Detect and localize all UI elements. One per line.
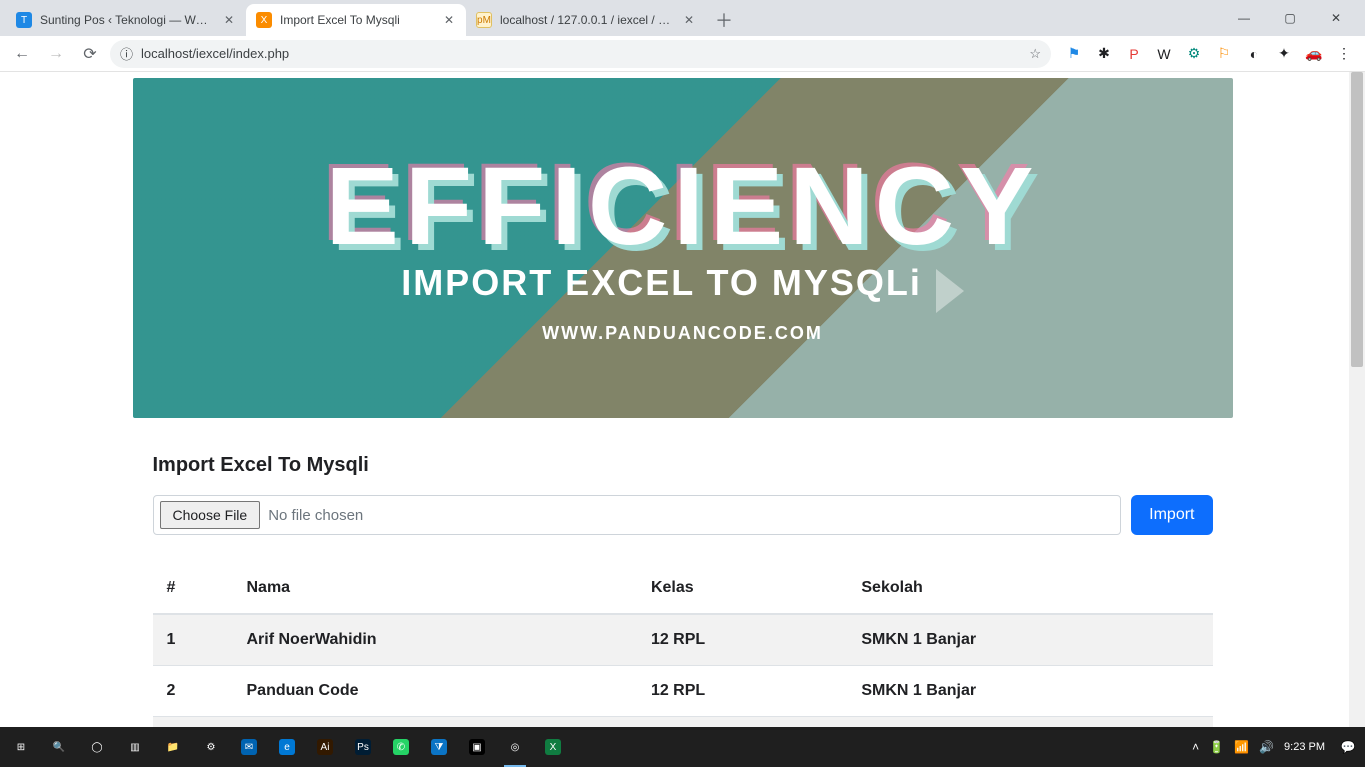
data-table: # Nama Kelas Sekolah 1Arif NoerWahidin12… [153, 563, 1213, 727]
nav-reload-button[interactable]: ⟳ [76, 40, 104, 68]
taskbar-file-explorer[interactable]: 📁 [156, 727, 190, 767]
bookmark-star-icon[interactable]: ☆ [1029, 46, 1041, 62]
wordpress-favicon: T [16, 12, 32, 28]
ext-2-icon[interactable]: ✱ [1095, 45, 1113, 63]
table-row: 1Arif NoerWahidin12 RPLSMKN 1 Banjar [153, 614, 1213, 666]
url-text: localhost/iexcel/index.php [141, 46, 1021, 61]
ext-9-icon[interactable]: 🚗 [1305, 45, 1323, 63]
arrow-right-icon [936, 269, 964, 313]
col-index: # [153, 563, 233, 614]
extension-icons: ⚑ ✱ PW ⚙ ⚐ ◐ ✦ 🚗 ⋮ [1057, 45, 1357, 63]
hero-site-text: WWW.PANDUANCODE.COM [542, 323, 823, 344]
cell-sekolah: SMKN 1 Banjar [847, 666, 1212, 717]
browser-tab-strip: T Sunting Pos ‹ Teknologi — WordP ✕ X Im… [0, 0, 1365, 36]
cell-sekolah: SMKN 1 Banjar [847, 614, 1212, 666]
extensions-icon[interactable]: ✦ [1275, 45, 1293, 63]
close-icon[interactable]: ✕ [442, 13, 456, 27]
chrome-menu-icon[interactable]: ⋮ [1335, 45, 1353, 63]
vertical-scrollbar[interactable] [1349, 72, 1365, 727]
ext-6-icon[interactable]: ⚐ [1215, 45, 1233, 63]
tab-title: localhost / 127.0.0.1 / iexcel / dat [500, 13, 674, 27]
nav-forward-button[interactable]: → [42, 40, 70, 68]
pinterest-icon[interactable]: P [1125, 45, 1143, 63]
tab-title: Import Excel To Mysqli [280, 13, 434, 27]
close-icon[interactable]: ✕ [222, 13, 236, 27]
cell-nama: Arif NoerWahidin [233, 614, 637, 666]
ext-7-icon[interactable]: ◐ [1245, 45, 1263, 63]
table-row: 2Panduan Code12 RPLSMKN 1 Banjar [153, 666, 1213, 717]
taskbar-chrome-task[interactable]: ◎ [498, 727, 532, 767]
new-tab-button[interactable]: ＋ [710, 6, 738, 34]
choose-file-button[interactable]: Choose File [160, 501, 261, 529]
phpmyadmin-favicon: pM [476, 12, 492, 28]
cell-idx: 2 [153, 666, 233, 717]
col-kelas: Kelas [637, 563, 847, 614]
cell-kelas: 12 RPL [637, 717, 847, 728]
cell-kelas: 12 RPL [637, 666, 847, 717]
site-info-icon[interactable]: ⓘ [120, 44, 133, 63]
tray-chevron[interactable]: ˄ [1192, 740, 1199, 754]
address-bar[interactable]: ⓘ localhost/iexcel/index.php ☆ [110, 40, 1051, 68]
taskbar-excel-task[interactable]: X [536, 727, 570, 767]
tray-battery[interactable]: 🔋 [1209, 740, 1224, 754]
cell-idx: 1 [153, 614, 233, 666]
window-maximize[interactable]: ▢ [1267, 2, 1313, 34]
cell-kelas: 12 RPL [637, 614, 847, 666]
taskbar-vscode[interactable]: ⧩ [422, 727, 456, 767]
cell-sekolah: SMKN 1 Banjar [847, 717, 1212, 728]
file-chosen-text: No file chosen [268, 507, 363, 524]
taskbar-app-settings[interactable]: ⚙ [194, 727, 228, 767]
nav-back-button[interactable]: ← [8, 40, 36, 68]
ext-1-icon[interactable]: ⚑ [1065, 45, 1083, 63]
taskbar-search[interactable]: 🔍 [42, 727, 76, 767]
window-close[interactable]: ✕ [1313, 2, 1359, 34]
tab-wordpress[interactable]: T Sunting Pos ‹ Teknologi — WordP ✕ [6, 4, 246, 36]
cell-nama: Admad [233, 717, 637, 728]
tray-wifi[interactable]: 📶 [1234, 740, 1249, 754]
section-title: Import Excel To Mysqli [153, 454, 1213, 477]
taskbar-mail[interactable]: ✉ [232, 727, 266, 767]
taskbar-edge[interactable]: e [270, 727, 304, 767]
windows-taskbar: ⊞🔍◯▥📁⚙✉eAiPs✆⧩▣◎X ˄ 🔋 📶 🔊 9:23 PM 💬 [0, 727, 1365, 767]
tab-phpmyadmin[interactable]: pM localhost / 127.0.0.1 / iexcel / dat … [466, 4, 706, 36]
col-nama: Nama [233, 563, 637, 614]
import-button[interactable]: Import [1131, 495, 1212, 535]
window-controls: — ▢ ✕ [1221, 0, 1359, 36]
taskbar-start[interactable]: ⊞ [4, 727, 38, 767]
xampp-favicon: X [256, 12, 272, 28]
taskbar-illustrator[interactable]: Ai [308, 727, 342, 767]
taskbar-taskview[interactable]: ▥ [118, 727, 152, 767]
page-viewport[interactable]: EFFICIENCY IMPORT EXCEL TO MYSQLi WWW.PA… [0, 72, 1365, 727]
hero-subtitle: IMPORT EXCEL TO MYSQLi [401, 262, 922, 303]
react-devtools-icon[interactable]: ⚙ [1185, 45, 1203, 63]
col-sekolah: Sekolah [847, 563, 1212, 614]
cell-idx: 3 [153, 717, 233, 728]
close-icon[interactable]: ✕ [682, 13, 696, 27]
tray-volume[interactable]: 🔊 [1259, 740, 1274, 754]
table-row: 3Admad12 RPLSMKN 1 Banjar [153, 717, 1213, 728]
file-input[interactable]: Choose File No file chosen [153, 495, 1122, 535]
taskbar-whatsapp[interactable]: ✆ [384, 727, 418, 767]
scrollbar-thumb[interactable] [1351, 72, 1363, 367]
hero-big-text: EFFICIENCY [326, 152, 1040, 262]
cell-nama: Panduan Code [233, 666, 637, 717]
tab-title: Sunting Pos ‹ Teknologi — WordP [40, 13, 214, 27]
notification-center-icon[interactable]: 💬 [1331, 727, 1365, 767]
hero-banner: EFFICIENCY IMPORT EXCEL TO MYSQLi WWW.PA… [133, 78, 1233, 418]
clock-time: 9:23 PM [1284, 741, 1325, 753]
taskbar-cortana[interactable]: ◯ [80, 727, 114, 767]
tab-import-excel[interactable]: X Import Excel To Mysqli ✕ [246, 4, 466, 36]
taskbar-clock[interactable]: 9:23 PM [1284, 741, 1331, 753]
import-form-row: Choose File No file chosen Import [153, 495, 1213, 535]
ext-4-icon[interactable]: W [1155, 45, 1173, 63]
browser-toolbar: ← → ⟳ ⓘ localhost/iexcel/index.php ☆ ⚑ ✱ P… [0, 36, 1365, 72]
taskbar-photoshop[interactable]: Ps [346, 727, 380, 767]
taskbar-cmd[interactable]: ▣ [460, 727, 494, 767]
window-minimize[interactable]: — [1221, 2, 1267, 34]
